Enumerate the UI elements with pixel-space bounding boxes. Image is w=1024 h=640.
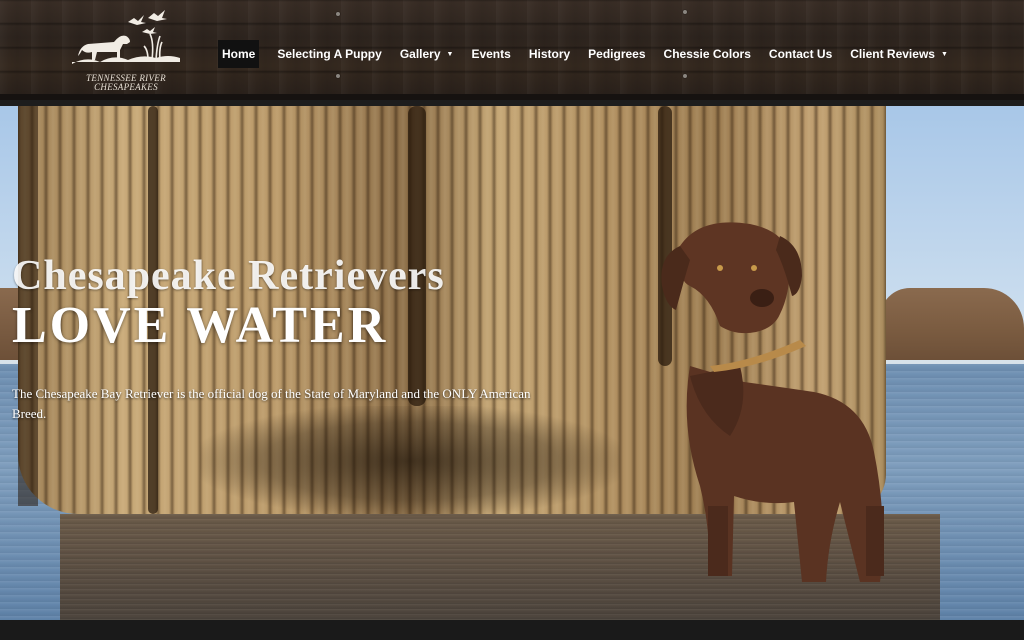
hero-title: Chesapeake Retrievers xyxy=(12,253,445,299)
nail-decoration xyxy=(683,10,687,14)
chevron-down-icon: ▼ xyxy=(446,50,454,58)
nav-events-label: Events xyxy=(471,47,511,61)
hero-banner: Chesapeake Retrievers LOVE WATER The Che… xyxy=(0,106,1024,620)
nav-chessie-colors[interactable]: Chessie Colors xyxy=(655,40,760,68)
nav-home-label: Home xyxy=(222,47,256,61)
nav-history-label: History xyxy=(528,47,571,61)
logo-line-2: CHESAPEAKES xyxy=(94,82,158,92)
nav-client-reviews-label: Client Reviews xyxy=(850,47,935,61)
nav-contact-us-label: Contact Us xyxy=(768,47,833,61)
nav-history[interactable]: History xyxy=(520,40,579,68)
nav-gallery-label: Gallery xyxy=(399,47,441,61)
chevron-down-icon: ▼ xyxy=(940,50,948,58)
nav-selecting-a-puppy-label: Selecting A Puppy xyxy=(277,47,382,61)
main-nav: Home Selecting A Puppy Gallery ▼ Events H… xyxy=(218,40,957,68)
hero-headline: LOVE WATER xyxy=(12,297,389,354)
nav-client-reviews[interactable]: Client Reviews ▼ xyxy=(841,40,957,68)
hero-subtitle: The Chesapeake Bay Retriever is the offi… xyxy=(12,386,531,421)
chesapeake-dog-image xyxy=(661,222,884,582)
nav-pedigrees-label: Pedigrees xyxy=(588,47,646,61)
nav-chessie-colors-label: Chessie Colors xyxy=(663,47,751,61)
nail-decoration xyxy=(336,12,340,16)
hero-text: Chesapeake Retrievers LOVE WATER The Che… xyxy=(12,254,572,424)
nav-events[interactable]: Events xyxy=(462,40,519,68)
site-header: TENNESSEE RIVER CHESAPEAKES Home Selecti… xyxy=(0,0,1024,100)
page-bottom-bar xyxy=(0,620,1024,640)
logo-text: TENNESSEE RIVER CHESAPEAKES xyxy=(70,74,182,92)
nail-decoration xyxy=(683,74,687,78)
dog-duck-logo-icon xyxy=(72,10,180,64)
nav-gallery[interactable]: Gallery ▼ xyxy=(391,40,463,68)
nav-pedigrees[interactable]: Pedigrees xyxy=(579,40,654,68)
nav-home[interactable]: Home xyxy=(218,40,260,68)
nav-contact-us[interactable]: Contact Us xyxy=(760,40,841,68)
nav-selecting-a-puppy[interactable]: Selecting A Puppy xyxy=(268,40,390,68)
site-logo[interactable]: TENNESSEE RIVER CHESAPEAKES xyxy=(70,8,182,98)
nail-decoration xyxy=(336,74,340,78)
